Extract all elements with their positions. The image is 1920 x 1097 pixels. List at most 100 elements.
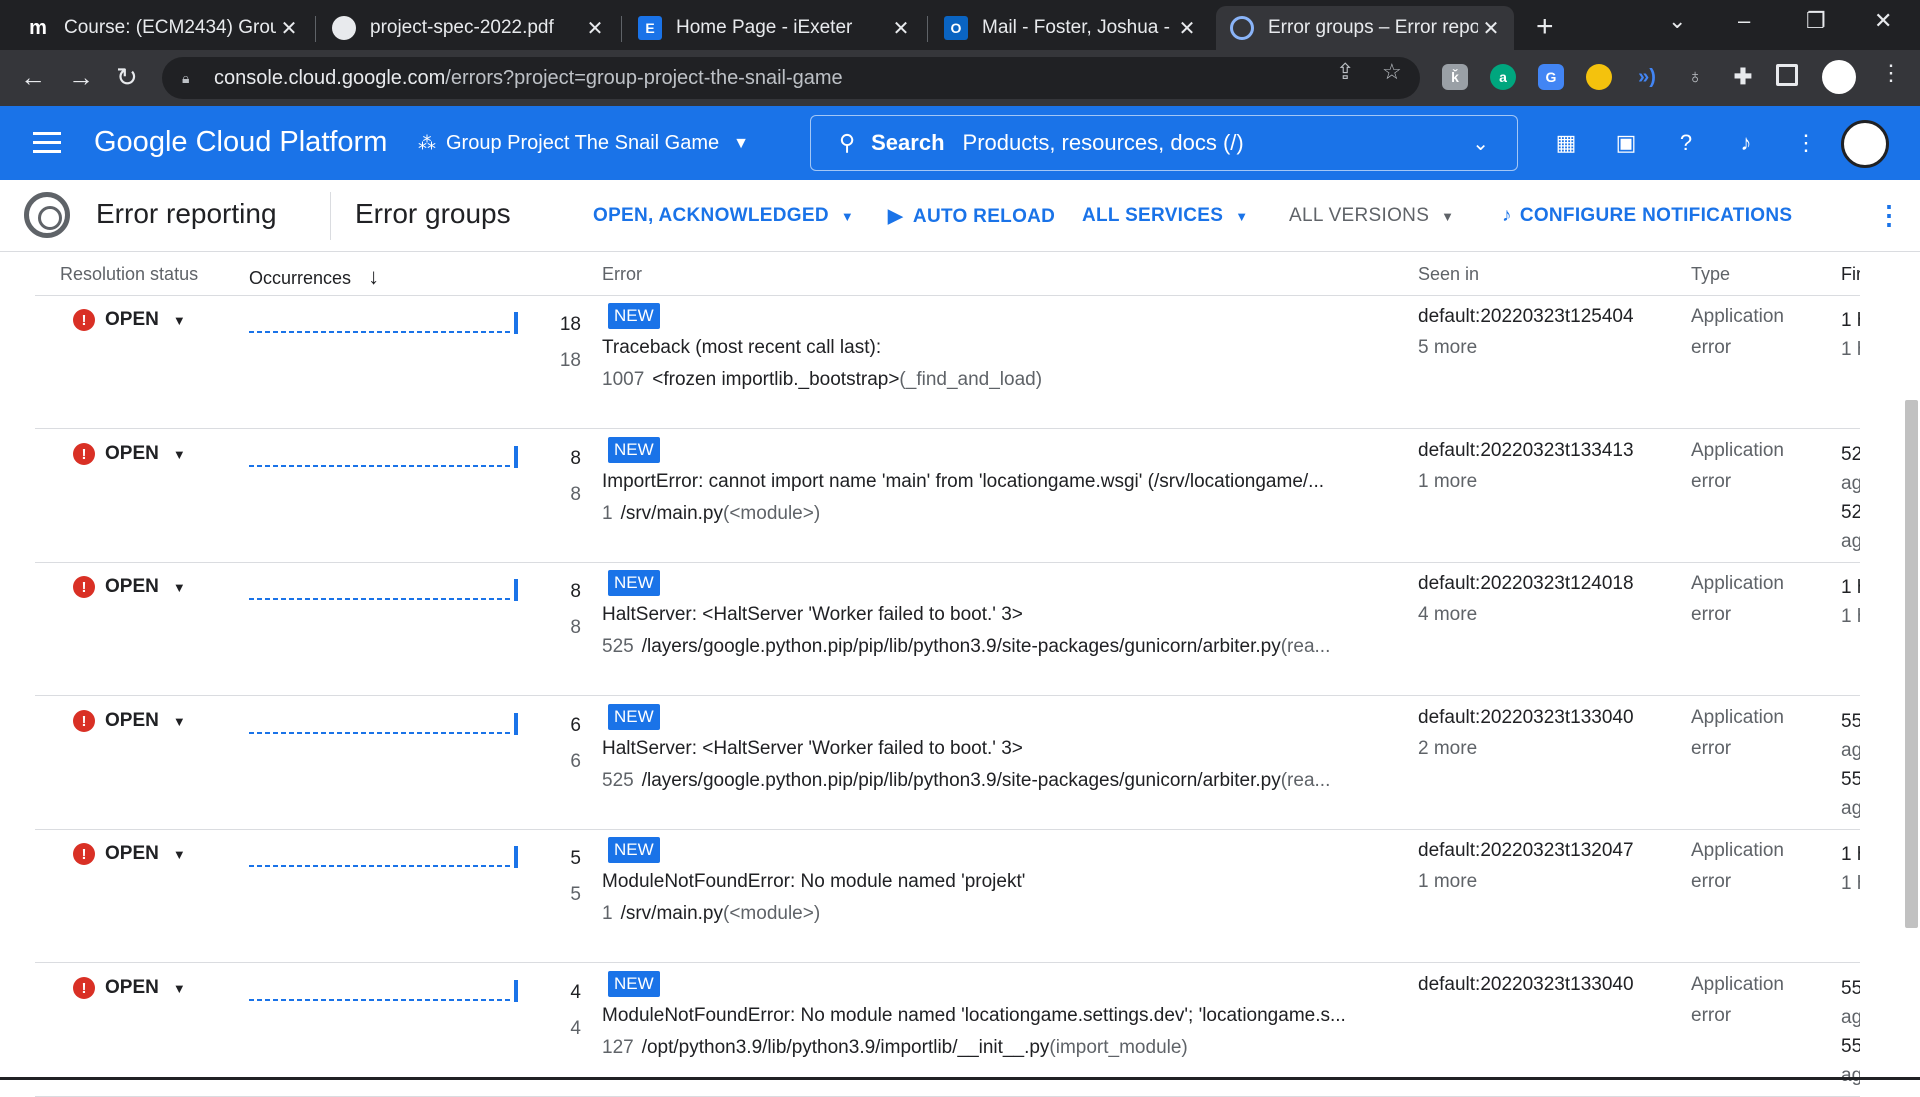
translate-icon[interactable]: G	[1538, 64, 1564, 90]
close-icon[interactable]: ✕	[582, 16, 608, 41]
project-name: Group Project The Snail Game	[446, 132, 720, 154]
versions-dropdown[interactable]: ALL VERSIONS ▼	[1289, 205, 1454, 227]
error-message-link[interactable]: ModuleNotFoundError: No module named 'pr…	[602, 871, 1407, 893]
forward-icon[interactable]: →	[68, 62, 94, 93]
status-label: OPEN	[105, 977, 159, 998]
project-selector[interactable]: ⁂ Group Project The Snail Game ▼	[418, 132, 749, 155]
address-bar[interactable]: 🔒︎ console.cloud.google.com/errors?proje…	[162, 57, 1420, 99]
chrome-menu-icon[interactable]: ⋮	[1880, 60, 1902, 86]
type-label-secondary: error	[1691, 871, 1732, 892]
search-placeholder: Products, resources, docs (/)	[962, 130, 1244, 155]
error-message-link[interactable]: ImportError: cannot import name 'main' f…	[602, 471, 1407, 493]
sort-desc-arrow-icon: ↓	[368, 264, 380, 289]
bookmark-star-icon[interactable]: ☆	[1382, 59, 1402, 85]
type-label-secondary: error	[1691, 1005, 1732, 1026]
page-subheader: Error reporting Error groups OPEN, ACKNO…	[0, 180, 1920, 252]
account-avatar[interactable]	[1841, 120, 1889, 168]
new-tab-button[interactable]: +	[1536, 10, 1554, 44]
first-seen-text: ag	[1841, 531, 1860, 552]
search-bar[interactable]: ⚲ Search Products, resources, docs (/) ⌄	[810, 115, 1518, 171]
table-row[interactable]: ! OPEN ▼ 8 8 NEW HaltServer: <HaltServer…	[35, 563, 1860, 696]
product-title: Error reporting	[96, 198, 277, 229]
occurrence-sparkline	[249, 846, 518, 868]
configure-notifications-button[interactable]: ♪ CONFIGURE NOTIFICATIONS	[1502, 205, 1792, 227]
browser-tab[interactable]: O Mail - Foster, Joshua - Ou ✕	[930, 6, 1210, 50]
seen-in-more-link[interactable]: 1 more	[1418, 471, 1477, 493]
tab-divider	[621, 16, 622, 42]
seen-in-more-link[interactable]: 5 more	[1418, 337, 1477, 359]
seen-in-version: default:20220323t133413	[1418, 440, 1634, 461]
error-message-link[interactable]: HaltServer: <HaltServer 'Worker failed t…	[602, 604, 1407, 626]
back-icon[interactable]: ←	[20, 62, 46, 93]
status-label: OPEN	[105, 576, 159, 597]
error-message-link[interactable]: HaltServer: <HaltServer 'Worker failed t…	[602, 738, 1407, 760]
gcp-title[interactable]: Google Cloud Platform	[94, 126, 387, 159]
col-resolution-status[interactable]: Resolution status	[60, 264, 198, 285]
read-aloud-icon[interactable]: »)	[1634, 64, 1660, 90]
minimize-icon[interactable]: –	[1738, 8, 1750, 34]
close-icon[interactable]: ✕	[888, 16, 914, 41]
resolution-status-dropdown[interactable]: ! OPEN ▼	[73, 843, 186, 865]
iexeter-icon: E	[638, 16, 662, 40]
occurrence-count: 18	[559, 314, 581, 335]
seen-in-more-link[interactable]: 2 more	[1418, 738, 1477, 760]
services-dropdown[interactable]: ALL SERVICES ▼	[1082, 205, 1248, 227]
status-filter-dropdown[interactable]: OPEN, ACKNOWLEDGED ▼	[593, 205, 854, 227]
seen-in-version: default:20220323t133040	[1418, 707, 1634, 728]
resolution-status-dropdown[interactable]: ! OPEN ▼	[73, 576, 186, 598]
extension-icon[interactable]: ǩ	[1442, 64, 1468, 90]
tab-search-icon[interactable]: ⌄	[1668, 8, 1686, 34]
lightbulb-icon[interactable]: ♁	[1682, 64, 1708, 90]
table-row[interactable]: ! OPEN ▼ 6 6 NEW HaltServer: <HaltServer…	[35, 697, 1860, 830]
window-close-icon[interactable]: ✕	[1874, 8, 1892, 34]
reload-icon[interactable]: ↻	[116, 62, 138, 93]
first-seen-text: 1 h	[1841, 577, 1860, 598]
extension-coin-icon[interactable]	[1586, 64, 1612, 90]
table-row[interactable]: ! OPEN ▼ 18 18 NEW Traceback (most recen…	[35, 296, 1860, 429]
occurrence-count: 4	[570, 982, 581, 1003]
hamburger-menu-icon[interactable]	[33, 132, 61, 159]
occurrence-sparkline	[249, 446, 518, 468]
error-message-link[interactable]: ModuleNotFoundError: No module named 'lo…	[602, 1005, 1407, 1027]
auto-reload-button[interactable]: ▶ AUTO RELOAD	[888, 205, 1055, 228]
cloud-shell-icon[interactable]: ▣	[1612, 130, 1640, 156]
browser-tab-active[interactable]: Error groups – Error repor ✕	[1216, 6, 1514, 50]
scrollbar[interactable]	[1905, 400, 1918, 928]
resolution-status-dropdown[interactable]: ! OPEN ▼	[73, 977, 186, 999]
occurrence-sparkline	[249, 312, 518, 334]
chevron-down-icon[interactable]: ⌄	[1472, 131, 1489, 156]
more-options-icon[interactable]: ⋮	[1792, 130, 1820, 156]
resolution-status-dropdown[interactable]: ! OPEN ▼	[73, 710, 186, 732]
gift-icon[interactable]: ▦	[1552, 130, 1580, 156]
seen-in-more-link[interactable]: 1 more	[1418, 871, 1477, 893]
extension-a-icon[interactable]: a	[1490, 64, 1516, 90]
close-icon[interactable]: ✕	[1174, 16, 1200, 41]
notifications-bell-icon[interactable]: ♪	[1732, 130, 1760, 156]
search-label: Search	[871, 130, 945, 155]
col-occurrences[interactable]: Occurrences ↓	[249, 264, 379, 290]
caret-down-icon: ▼	[172, 312, 186, 328]
puzzle-icon[interactable]: ✚	[1730, 64, 1756, 90]
sidepanel-icon[interactable]	[1776, 64, 1798, 86]
browser-tab[interactable]: E Home Page - iExeter ✕	[624, 6, 924, 50]
frame-file: <frozen importlib._bootstrap>	[652, 369, 900, 390]
close-icon[interactable]: ✕	[276, 16, 302, 41]
close-icon[interactable]: ✕	[1478, 16, 1504, 41]
resolution-status-dropdown[interactable]: ! OPEN ▼	[73, 443, 186, 465]
more-options-icon[interactable]: ⋮	[1876, 200, 1902, 231]
profile-avatar[interactable]	[1822, 60, 1856, 94]
error-message-link[interactable]: Traceback (most recent call last):	[602, 337, 1407, 359]
help-icon[interactable]: ?	[1672, 130, 1700, 156]
browser-tab[interactable]: project-spec-2022.pdf ✕	[318, 6, 618, 50]
col-first-seen[interactable]: Fir	[1841, 264, 1860, 285]
resolution-status-dropdown[interactable]: ! OPEN ▼	[73, 309, 186, 331]
browser-tab[interactable]: m Course: (ECM2434) Group ✕	[12, 6, 312, 50]
frame-function: (rea...	[1280, 636, 1331, 657]
seen-in-more-link[interactable]: 4 more	[1418, 604, 1477, 626]
restore-icon[interactable]: ❐	[1806, 8, 1826, 34]
table-row[interactable]: ! OPEN ▼ 8 8 NEW ImportError: cannot imp…	[35, 430, 1860, 563]
share-icon[interactable]: ⇪	[1336, 59, 1354, 85]
first-seen-text: ag	[1841, 1007, 1860, 1028]
table-row[interactable]: ! OPEN ▼ 5 5 NEW ModuleNotFoundError: No…	[35, 830, 1860, 963]
outlook-icon: O	[944, 16, 968, 40]
